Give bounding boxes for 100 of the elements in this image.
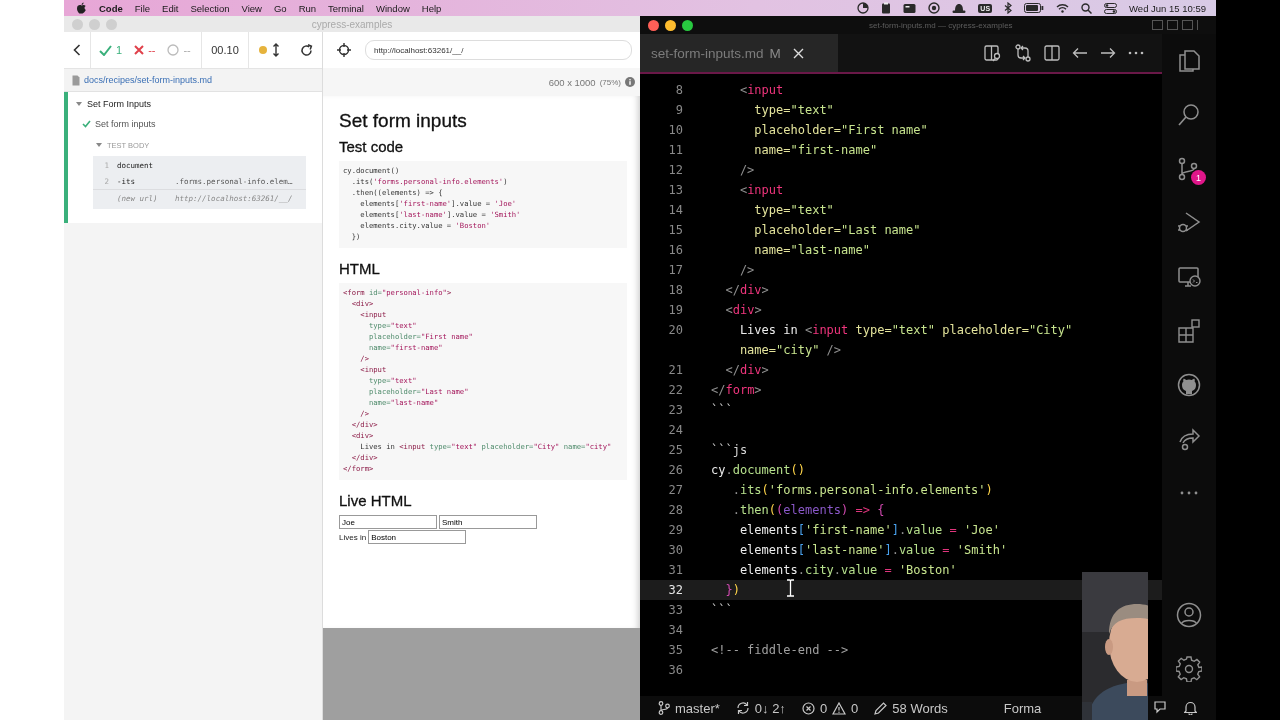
code-line: .its('forms.personal-info.elements'): [731, 483, 993, 497]
line-number: 32: [667, 583, 683, 597]
battery-icon[interactable]: [1024, 3, 1045, 13]
account-icon[interactable]: [1176, 602, 1202, 628]
preview-icon[interactable]: [984, 44, 1002, 62]
line-number: 19: [667, 303, 683, 317]
menu-item[interactable]: Go: [273, 2, 287, 14]
failed-count: --: [148, 44, 156, 56]
menu-item[interactable]: Terminal: [328, 2, 364, 14]
control-center-icon[interactable]: [1104, 2, 1118, 14]
spec-file-link[interactable]: docs/recipes/set-form-inputs.md: [84, 75, 213, 85]
more-icon[interactable]: [1128, 51, 1144, 55]
code-line: </form>: [711, 383, 762, 397]
compare-changes-icon[interactable]: [1014, 44, 1032, 62]
error-icon[interactable]: [801, 701, 815, 715]
screen-icon[interactable]: [903, 2, 917, 14]
split-editor-icon[interactable]: [1044, 45, 1060, 61]
code-line: placeholder="First name": [753, 123, 928, 137]
menu-item[interactable]: File: [134, 2, 151, 14]
word-count[interactable]: 58 Words: [892, 700, 948, 716]
code-line: }): [724, 583, 740, 597]
line-number: 36: [667, 663, 683, 677]
menu-item[interactable]: Run: [298, 2, 317, 14]
info-icon[interactable]: [625, 77, 635, 87]
window-minimize-button[interactable]: [665, 19, 676, 31]
line-number: 35: [667, 643, 683, 657]
search-icon[interactable]: [1177, 103, 1201, 127]
branch-name[interactable]: master*: [675, 700, 720, 716]
last-name-field[interactable]: Smith: [439, 515, 537, 529]
city-label: Lives in: [339, 532, 367, 542]
run-debug-icon[interactable]: [1177, 211, 1201, 235]
formatter-status[interactable]: Forma: [1003, 700, 1042, 716]
line-number: 18: [667, 283, 683, 297]
page-heading: Set form inputs: [339, 110, 468, 132]
menu-item[interactable]: Code: [99, 2, 123, 14]
feedback-icon[interactable]: [1154, 701, 1168, 715]
editor-tab[interactable]: set-form-inputs.md M: [640, 34, 838, 72]
viewport-scale: (75%): [599, 77, 621, 87]
sync-status[interactable]: 0↓ 2↑: [754, 700, 786, 716]
menu-item[interactable]: View: [241, 2, 262, 14]
line-number: 21: [667, 363, 683, 377]
sync-icon[interactable]: [735, 701, 750, 715]
code-line: ```: [711, 603, 733, 617]
back-arrow-icon[interactable]: [1072, 47, 1088, 59]
bluetooth-icon[interactable]: [1004, 2, 1013, 14]
test-title[interactable]: Set form inputs: [68, 114, 306, 134]
window-zoom-button[interactable]: [682, 19, 693, 31]
up-down-arrow-icon[interactable]: [272, 43, 280, 57]
check-icon: [99, 44, 112, 56]
search-icon[interactable]: [1081, 2, 1093, 14]
warning-count[interactable]: 0: [851, 700, 859, 716]
code-line: <input: [738, 183, 784, 197]
wifi-icon[interactable]: [1056, 3, 1070, 13]
code-line: </div>: [724, 363, 769, 377]
bell-icon[interactable]: [1184, 701, 1197, 715]
suite-title[interactable]: Set Form Inputs: [68, 94, 306, 114]
line-number: 28: [667, 503, 683, 517]
city-field[interactable]: Boston: [368, 530, 467, 544]
cat-logo-icon[interactable]: [1177, 373, 1201, 397]
branch-icon[interactable]: [658, 701, 670, 715]
clock[interactable]: Wed Jun 15 10:59: [1129, 2, 1206, 14]
pencil-icon[interactable]: [874, 701, 888, 715]
error-count[interactable]: 0: [819, 700, 828, 716]
forward-arrow-icon[interactable]: [1100, 47, 1116, 59]
close-icon[interactable]: [792, 47, 804, 59]
pie-chart-icon[interactable]: [857, 2, 870, 14]
line-number: 24: [667, 423, 683, 437]
menu-item[interactable]: Edit: [162, 2, 179, 14]
code-line: />: [738, 263, 755, 277]
ring-icon[interactable]: [928, 2, 941, 14]
menu-item[interactable]: Window: [376, 2, 410, 14]
pending-count: --: [183, 44, 191, 56]
settings-icon[interactable]: [1176, 656, 1202, 682]
line-number: 13: [667, 183, 683, 197]
share-arrow-icon[interactable]: [1177, 427, 1201, 451]
first-name-field[interactable]: Joe: [339, 515, 437, 529]
remote-explorer-icon[interactable]: [1177, 265, 1201, 289]
clipboard-icon[interactable]: [881, 2, 892, 14]
code-line: type="text": [753, 203, 834, 217]
more-icon[interactable]: [1180, 491, 1198, 495]
menu-item[interactable]: Selection: [190, 2, 230, 14]
crosshair-icon[interactable]: [337, 43, 351, 57]
code-line: cy.document(): [711, 463, 805, 477]
menu-item[interactable]: Help: [421, 2, 442, 14]
explorer-icon[interactable]: [1177, 49, 1201, 73]
reload-icon[interactable]: [300, 43, 313, 57]
section-heading: Live HTML: [339, 492, 413, 509]
back-chevron-icon[interactable]: [73, 44, 81, 56]
line-number: 14: [667, 203, 683, 217]
notification-badge: 1: [1191, 170, 1206, 185]
url-field[interactable]: http://localhost:63261/__/: [365, 40, 632, 60]
window-close-button[interactable]: [648, 19, 659, 31]
code-line: <input: [738, 83, 784, 97]
code-line: type="text": [753, 103, 834, 117]
line-number: 23: [667, 403, 683, 417]
code-line: placeholder="Last name": [753, 223, 921, 237]
warning-icon[interactable]: [832, 701, 847, 715]
hat-icon[interactable]: [952, 2, 967, 14]
extensions-icon[interactable]: [1177, 319, 1201, 343]
line-number: 8: [674, 83, 683, 97]
